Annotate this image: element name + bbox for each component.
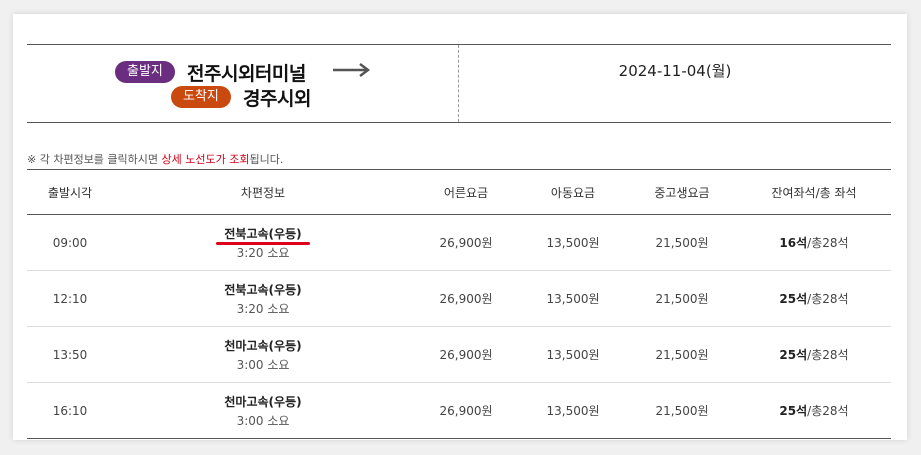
departure-city: 전주시외터미널 [187, 63, 306, 85]
bus-name-link[interactable]: 전북고속(우등) [114, 225, 412, 245]
header-adult-fare: 어른요금 [413, 169, 519, 215]
departure-badge: 출발지 [115, 61, 175, 83]
seats-total: /총28석 [807, 236, 849, 250]
seats: 25석/총28석 [737, 383, 891, 439]
notice-suffix: 됩니다. [249, 153, 284, 166]
bus-name-link[interactable]: 천마고속(우등) [114, 393, 412, 410]
notice-highlight: 상세 노선도가 조회 [161, 153, 250, 166]
child-fare: 13,500원 [519, 214, 627, 271]
notice-text: ※ 각 차편정보를 클릭하시면 상세 노선도가 조회됩니다. [27, 151, 283, 167]
bus-info[interactable]: 전북고속(우등) 3:20 소요 [113, 214, 413, 271]
header-seats: 잔여좌석/총 좌석 [737, 169, 891, 215]
child-fare: 13,500원 [546, 404, 600, 418]
student-fare: 21,500원 [627, 214, 737, 271]
bus-name-link[interactable]: 전북고속(우등) [114, 281, 412, 298]
bus-info[interactable]: 전북고속(우등) 3:20 소요 [113, 270, 413, 327]
bus-info[interactable]: 천마고속(우등) 3:00 소요 [113, 383, 413, 439]
departure-time: 12:10 [27, 270, 113, 327]
table-row[interactable]: 13:50 천마고속(우등) 3:00 소요 26,900원 13,500원 2… [27, 326, 891, 383]
table-header-row: 출발시각 차편정보 어른요금 아동요금 중고생요금 잔여좌석/총 좌석 [27, 169, 891, 215]
arrival-city: 경주시외 [243, 88, 311, 110]
seats-left: 25석 [779, 348, 808, 362]
seats-total: /총28석 [807, 404, 849, 418]
seats: 25석/총28석 [737, 326, 891, 383]
table-row[interactable]: 09:00 전북고속(우등) 3:20 소요 26,900원 13,500원 2… [27, 214, 891, 271]
bus-duration: 3:20 소요 [236, 301, 290, 316]
route-cities: 출발지 전주시외터미널 도착지 경주시외 [27, 45, 459, 122]
adult-fare: 26,900원 [413, 214, 519, 271]
student-fare: 21,500원 [627, 326, 737, 383]
seats-left: 25석 [779, 404, 808, 418]
schedule-card: 출발지 전주시외터미널 도착지 경주시외 2024-11-04(월) ※ 각 차… [13, 14, 907, 440]
bus-duration: 3:20 소요 [236, 245, 290, 260]
header-child-fare: 아동요금 [519, 169, 627, 215]
adult-fare: 26,900원 [413, 270, 519, 327]
seats: 25석/총28석 [737, 270, 891, 327]
seats-left: 16석 [779, 236, 808, 250]
bus-duration: 3:00 소요 [236, 357, 290, 372]
header-bus-info: 차편정보 [113, 169, 413, 215]
adult-fare: 26,900원 [413, 326, 519, 383]
header-student-fare: 중고생요금 [627, 169, 737, 215]
bus-name-link[interactable]: 천마고속(우등) [114, 337, 412, 354]
route-summary: 출발지 전주시외터미널 도착지 경주시외 2024-11-04(월) [27, 44, 891, 123]
bus-duration: 3:00 소요 [236, 413, 290, 428]
seats: 16석/총28석 [737, 214, 891, 271]
table-row[interactable]: 12:10 전북고속(우등) 3:20 소요 26,900원 13,500원 2… [27, 270, 891, 327]
notice-prefix: ※ 각 차편정보를 클릭하시면 [27, 153, 162, 166]
seats-total: /총28석 [807, 348, 849, 362]
seats-total: /총28석 [807, 292, 849, 306]
departure-time: 13:50 [27, 326, 113, 383]
adult-fare: 26,900원 [439, 404, 493, 418]
student-fare: 21,500원 [627, 270, 737, 327]
arrow-right-icon [333, 63, 371, 77]
child-fare: 13,500원 [519, 326, 627, 383]
arrival-badge: 도착지 [171, 86, 231, 108]
header-departure-time: 출발시각 [27, 169, 113, 215]
student-fare: 21,500원 [655, 404, 709, 418]
seats-left: 25석 [779, 292, 808, 306]
departure-date: 2024-11-04(월) [618, 62, 732, 80]
bus-info[interactable]: 천마고속(우등) 3:00 소요 [113, 326, 413, 383]
table-row[interactable]: 16:10 천마고속(우등) 3:00 소요 26,900원 13,500원 2… [27, 383, 891, 439]
schedule-table: 출발시각 차편정보 어른요금 아동요금 중고생요금 잔여좌석/총 좌석 09:0… [27, 169, 891, 439]
child-fare: 13,500원 [519, 270, 627, 327]
departure-time: 16:10 [52, 403, 88, 418]
departure-time: 09:00 [27, 214, 113, 271]
